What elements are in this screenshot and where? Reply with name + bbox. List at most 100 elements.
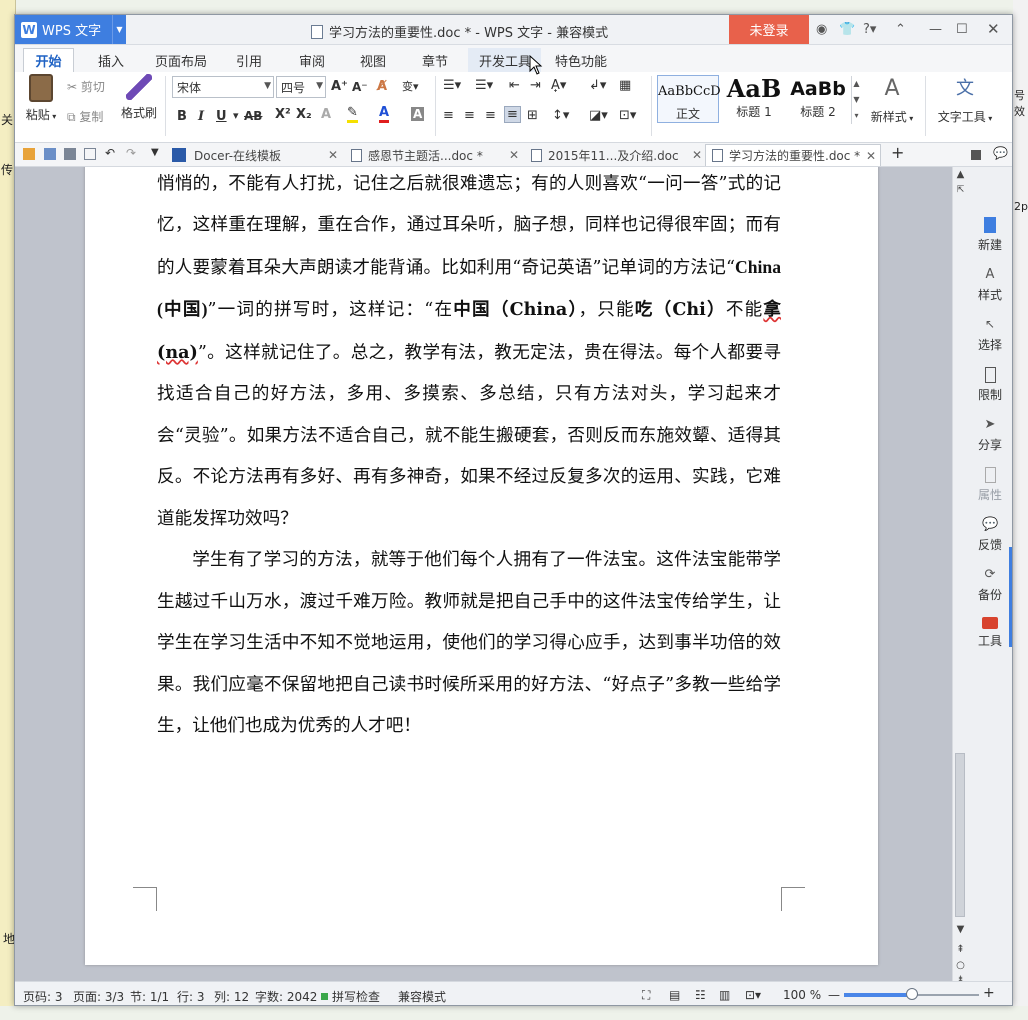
print-preview-icon[interactable] xyxy=(84,148,96,160)
outline-view-icon[interactable]: ☷ xyxy=(695,988,706,1002)
side-panel-collapse-handle[interactable] xyxy=(1009,547,1012,647)
text-effect-icon[interactable]: A xyxy=(321,107,331,122)
app-menu-button[interactable]: W WPS 文字 ▼ xyxy=(15,15,126,44)
zoom-in-icon[interactable]: + xyxy=(983,985,995,1001)
doc-tab[interactable]: 感恩节主题活...doc * ✕ xyxy=(351,144,521,166)
close-icon[interactable]: ✕ xyxy=(328,148,338,162)
superscript-icon[interactable]: X² xyxy=(275,107,291,122)
close-icon[interactable]: ✕ xyxy=(866,149,876,163)
style-normal[interactable]: AaBbCcD 正文 xyxy=(657,75,721,123)
side-properties-button[interactable]: 属性 xyxy=(967,467,1012,503)
side-share-button[interactable]: ➤ 分享 xyxy=(967,417,1012,453)
subscript-icon[interactable]: X₂ xyxy=(296,107,312,122)
login-button[interactable]: 未登录 xyxy=(729,15,809,44)
chevron-down-icon[interactable]: ▾ xyxy=(233,109,239,122)
fullscreen-icon[interactable]: ⛶ xyxy=(642,988,650,1003)
shirt-icon[interactable]: 👕 xyxy=(839,22,855,37)
strikethrough-icon[interactable]: AB xyxy=(244,109,262,123)
phonetic-icon[interactable]: 变▾ xyxy=(402,78,419,94)
style-heading-1[interactable]: AaB 标题 1 xyxy=(723,75,785,123)
new-style-button[interactable]: A 新样式 ▾ xyxy=(867,74,917,125)
tab-list-icon[interactable] xyxy=(971,150,981,160)
side-select-button[interactable]: ↖ 选择 xyxy=(967,317,1012,353)
line-spacing-icon[interactable]: ↕▾ xyxy=(552,108,569,123)
side-style-button[interactable]: A 样式 xyxy=(967,267,1012,303)
decrease-indent-icon[interactable]: ⇤ xyxy=(509,78,520,93)
bold-icon[interactable]: B xyxy=(177,109,187,124)
grow-font-icon[interactable]: A⁺ xyxy=(331,79,348,94)
justify-icon[interactable]: ≡ xyxy=(504,106,521,123)
text-tools-button[interactable]: 文 文字工具 ▾ xyxy=(933,74,997,125)
align-left-icon[interactable]: ≡ xyxy=(443,108,454,123)
tab-insert[interactable]: 插入 xyxy=(98,51,124,70)
side-backup-button[interactable]: ⟳ 备份 xyxy=(967,567,1012,603)
tab-developer[interactable]: 开发工具 xyxy=(479,51,531,70)
align-center-icon[interactable]: ≡ xyxy=(464,108,475,123)
copy-button[interactable]: ⧉ 复制 xyxy=(67,108,103,125)
scrollbar-thumb[interactable] xyxy=(955,753,965,917)
close-icon[interactable]: ✕ xyxy=(509,148,519,162)
align-right-icon[interactable]: ≡ xyxy=(485,108,496,123)
document-page[interactable]: 那种方法比较好，要看你到底适应哪种方法；比如背诵课文，有的人要默读，静悄悄的，不… xyxy=(85,167,878,965)
side-tools-button[interactable]: 工具 xyxy=(967,617,1012,649)
vertical-scrollbar[interactable]: ▲ ⇱ ▼ ⇞ ○ ⇟ xyxy=(952,167,967,985)
open-icon[interactable] xyxy=(23,148,35,160)
bullet-list-icon[interactable]: ☰▾ xyxy=(443,78,461,93)
maximize-icon[interactable]: ☐ xyxy=(956,22,968,37)
italic-icon[interactable]: I xyxy=(198,109,204,124)
close-icon[interactable]: ✕ xyxy=(692,148,702,162)
skin-icon[interactable]: ◉ xyxy=(816,22,827,37)
tab-chapter[interactable]: 章节 xyxy=(422,51,448,70)
close-icon[interactable]: ✕ xyxy=(987,20,1000,38)
new-tab-icon[interactable]: + xyxy=(891,143,904,162)
tab-special[interactable]: 特色功能 xyxy=(555,51,607,70)
chevron-down-icon[interactable]: ▼ xyxy=(151,147,163,159)
minimize-icon[interactable]: — xyxy=(929,22,942,37)
tab-start[interactable]: 开始 xyxy=(23,48,74,72)
prev-page-icon[interactable]: ⇞ xyxy=(955,944,966,955)
border-icon[interactable]: ⊡▾ xyxy=(619,108,636,123)
scroll-down-icon[interactable]: ▼ xyxy=(955,924,966,935)
font-size-select[interactable]: 四号 ▼ xyxy=(276,76,326,98)
tab-page-layout[interactable]: 页面布局 xyxy=(155,51,207,70)
font-name-select[interactable]: 宋体 ▼ xyxy=(172,76,274,98)
tab-references[interactable]: 引用 xyxy=(236,51,262,70)
doc-tab-active[interactable]: 学习方法的重要性.doc * ✕ xyxy=(705,144,881,166)
save-icon[interactable] xyxy=(44,148,56,160)
style-gallery-scroll[interactable]: ▲ ▼ ▾ xyxy=(851,76,861,124)
chevron-down-icon[interactable]: ▼ xyxy=(112,15,126,44)
document-body[interactable]: 那种方法比较好，要看你到底适应哪种方法；比如背诵课文，有的人要默读，静悄悄的，不… xyxy=(157,167,781,748)
doc-tab[interactable]: Docer-在线模板 ✕ xyxy=(170,144,340,166)
print-icon[interactable] xyxy=(64,148,76,160)
page-view-icon[interactable]: ▤ xyxy=(669,988,680,1002)
style-heading-2[interactable]: AaBb 标题 2 xyxy=(787,75,849,123)
shrink-font-icon[interactable]: A⁻ xyxy=(352,80,368,94)
table-icon[interactable]: ▦ xyxy=(619,78,631,93)
font-color-icon[interactable]: A xyxy=(379,106,390,123)
side-new-button[interactable]: 新建 xyxy=(967,217,1012,253)
clear-format-icon[interactable]: A̸ xyxy=(377,79,387,94)
underline-icon[interactable]: U xyxy=(216,109,227,124)
web-view-icon[interactable]: ▥ xyxy=(719,988,730,1002)
highlight-icon[interactable]: ✎ xyxy=(347,106,358,123)
status-word-count[interactable]: 字数: 2042 xyxy=(255,988,317,1005)
undo-icon[interactable]: ↶ xyxy=(105,146,117,160)
reading-view-icon[interactable]: ⊡▾ xyxy=(745,988,761,1002)
spell-check-button[interactable]: 拼写检查 xyxy=(321,988,380,1005)
chat-icon[interactable]: 💬 xyxy=(993,146,1008,160)
paste-button[interactable]: 粘贴 ▾ xyxy=(21,74,61,123)
tab-review[interactable]: 审阅 xyxy=(299,51,325,70)
shading-icon[interactable]: ◪▾ xyxy=(589,108,608,123)
distribute-icon[interactable]: ⊞ xyxy=(527,108,538,123)
cut-button[interactable]: ✂ 剪切 xyxy=(67,78,105,95)
zoom-level[interactable]: 100 % xyxy=(783,988,821,1002)
help-icon[interactable]: ?▾ xyxy=(863,22,876,37)
zoom-slider-handle[interactable] xyxy=(905,988,918,1000)
numbered-list-icon[interactable]: ☰▾ xyxy=(475,78,493,93)
doc-tab[interactable]: 2015年11...及介绍.doc ✕ xyxy=(531,144,703,166)
scroll-up-icon[interactable]: ▲ xyxy=(955,169,966,180)
show-marks-icon[interactable]: ↲▾ xyxy=(589,78,606,93)
zoom-out-icon[interactable]: — xyxy=(828,988,840,1002)
chinese-layout-icon[interactable]: A̟▾ xyxy=(551,78,566,93)
tab-view[interactable]: 视图 xyxy=(360,51,386,70)
